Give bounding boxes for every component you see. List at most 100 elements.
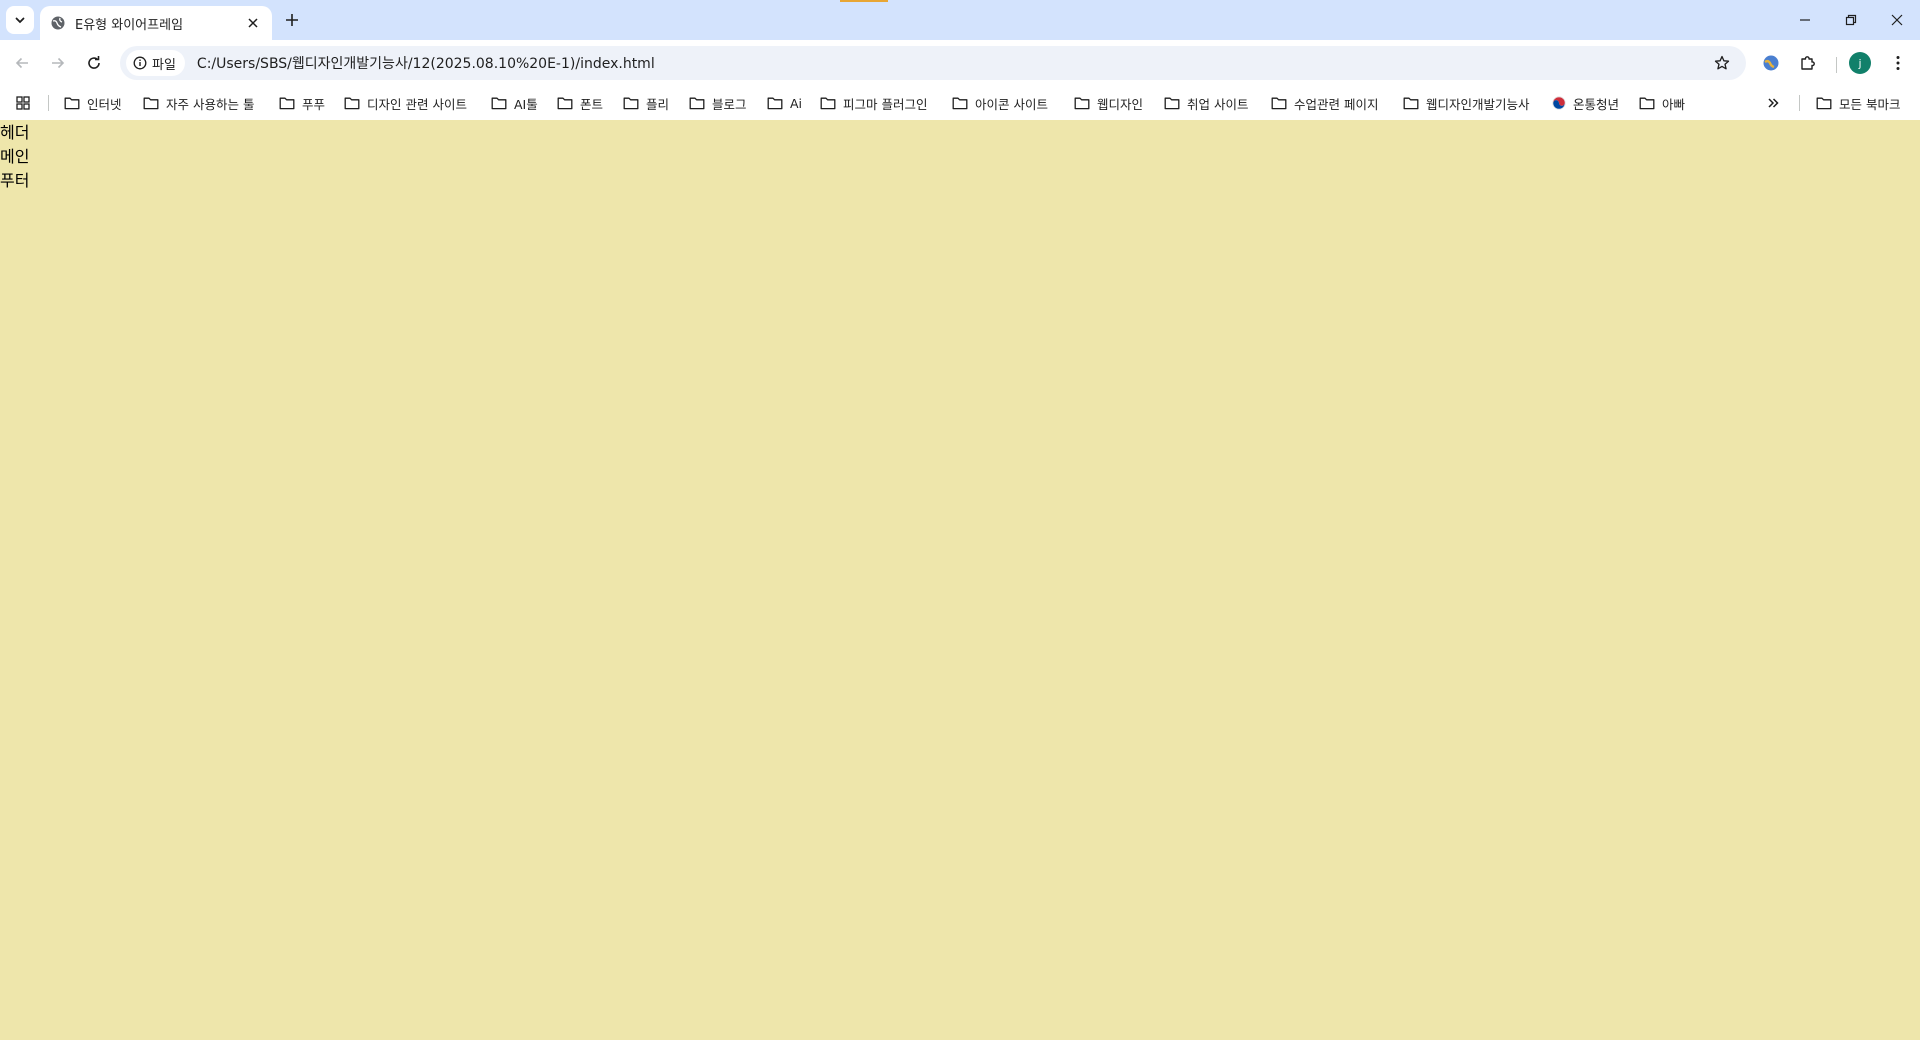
close-icon xyxy=(1891,14,1903,26)
bookmark-label: 플리 xyxy=(646,96,670,112)
bookmark-item[interactable]: 디자인 관련 사이트 xyxy=(344,92,467,114)
bookmark-item[interactable]: 플리 xyxy=(623,92,669,114)
bookmark-item[interactable]: 인터넷 xyxy=(64,92,122,114)
folder-icon xyxy=(820,96,836,110)
avatar: j xyxy=(1849,52,1871,74)
all-bookmarks-folder[interactable]: 모든 북마크 xyxy=(1816,92,1900,114)
bookmark-label: 온통청년 xyxy=(1573,96,1620,112)
extensions-button[interactable] xyxy=(1794,49,1822,77)
folder-icon xyxy=(1639,96,1655,110)
back-button[interactable] xyxy=(8,49,36,77)
bookmark-item[interactable]: 블로그 xyxy=(689,92,747,114)
double-chevron-right-icon xyxy=(1768,98,1779,108)
folder-icon xyxy=(1074,96,1090,110)
close-window-button[interactable] xyxy=(1874,0,1920,40)
kebab-menu-icon xyxy=(1896,56,1900,70)
arrow-left-icon xyxy=(15,57,28,69)
reload-button[interactable] xyxy=(80,49,108,77)
minimize-icon xyxy=(1800,19,1810,21)
more-bookmarks-button[interactable] xyxy=(1767,92,1779,114)
bookmarks-bar: 인터넷 자주 사용하는 툴 푸푸 디자인 관련 사이트 AI툴 폰트 플리 블로그 Ai 피그마 … xyxy=(0,86,1920,120)
folder-icon xyxy=(344,96,360,110)
folder-icon xyxy=(491,96,507,110)
folder-icon xyxy=(557,96,573,110)
bookmark-star-button[interactable] xyxy=(1710,51,1734,75)
bookmark-item[interactable]: 온통청년 xyxy=(1552,92,1619,114)
bookmark-label: 자주 사용하는 툴 xyxy=(166,96,255,112)
folder-icon xyxy=(767,96,783,110)
folder-icon xyxy=(1816,97,1832,110)
bookmark-item[interactable]: 폰트 xyxy=(557,92,603,114)
page-viewport: 헤더 메인 푸터 xyxy=(0,120,1920,1040)
tab-strip-accent xyxy=(840,0,888,2)
active-tab[interactable]: E유형 와이어프레임 xyxy=(40,6,272,40)
footer-text: 푸터 xyxy=(0,171,30,190)
bookmark-item[interactable]: 아이콘 사이트 xyxy=(952,92,1048,114)
bookmarks-separator xyxy=(48,95,49,111)
bookmark-label: 블로그 xyxy=(712,96,747,112)
site-chip-label: 파일 xyxy=(152,57,176,73)
bookmark-label: 웹디자인 xyxy=(1097,96,1144,112)
folder-icon xyxy=(143,96,159,110)
minimize-button[interactable] xyxy=(1782,0,1828,40)
bookmark-label: 인터넷 xyxy=(87,96,122,112)
info-icon xyxy=(133,56,147,70)
reload-icon xyxy=(88,56,100,69)
bookmark-label: 푸푸 xyxy=(302,96,326,112)
bookmark-label: 웹디자인개발기능사 xyxy=(1426,96,1530,112)
bookmark-label: 취업 사이트 xyxy=(1187,96,1249,112)
folder-icon xyxy=(689,96,705,110)
bookmark-item[interactable]: 웹디자인개발기능사 xyxy=(1403,92,1530,114)
chevron-down-icon xyxy=(15,17,25,24)
bookmark-label: 피그마 플러그인 xyxy=(843,96,928,112)
star-icon xyxy=(1714,55,1730,70)
bookmark-item[interactable]: 자주 사용하는 툴 xyxy=(143,92,254,114)
apps-grid-icon xyxy=(16,96,30,110)
folder-icon xyxy=(64,96,80,110)
tab-search-button[interactable] xyxy=(6,6,34,34)
url-text[interactable]: C:/Users/SBS/웹디자인개발기능사/12(2025.08.10%20E… xyxy=(197,53,655,73)
restore-button[interactable] xyxy=(1828,0,1874,40)
site-info-chip[interactable]: 파일 xyxy=(126,50,185,76)
folder-icon xyxy=(623,96,639,110)
restore-icon xyxy=(1845,14,1857,26)
extension-globe-button[interactable] xyxy=(1757,49,1785,77)
globe-icon xyxy=(50,15,66,31)
tab-strip: E유형 와이어프레임 xyxy=(0,0,1920,40)
bookmark-label: AI툴 xyxy=(514,96,538,112)
toolbar-divider xyxy=(1836,57,1837,73)
bookmarks-separator xyxy=(1799,95,1800,111)
new-tab-button[interactable] xyxy=(280,8,304,32)
bookmark-label: 디자인 관련 사이트 xyxy=(367,96,467,112)
bookmark-item[interactable]: Ai xyxy=(767,92,802,114)
apps-button[interactable] xyxy=(16,92,30,114)
browser-toolbar: 파일 C:/Users/SBS/웹디자인개발기능사/12(2025.08.10%… xyxy=(0,40,1920,86)
folder-icon xyxy=(1164,96,1180,110)
bookmark-item[interactable]: 웹디자인 xyxy=(1074,92,1143,114)
folder-icon xyxy=(1403,96,1419,110)
profile-button[interactable]: j xyxy=(1846,49,1874,77)
bookmark-label: 아빠 xyxy=(1662,96,1686,112)
bookmark-label: 수업관련 페이지 xyxy=(1294,96,1379,112)
extension-globe-icon xyxy=(1763,55,1779,71)
header-text: 헤더 xyxy=(0,123,30,142)
bookmark-item[interactable]: 아빠 xyxy=(1639,92,1685,114)
all-bookmarks-label: 모든 북마크 xyxy=(1839,96,1901,112)
bookmark-label: Ai xyxy=(790,95,803,111)
bookmark-item[interactable]: 푸푸 xyxy=(279,92,325,114)
folder-icon xyxy=(1271,96,1287,110)
bookmark-item[interactable]: 취업 사이트 xyxy=(1164,92,1248,114)
plus-icon xyxy=(286,14,298,26)
folder-icon xyxy=(279,96,295,110)
menu-button[interactable] xyxy=(1884,49,1912,77)
forward-button[interactable] xyxy=(44,49,72,77)
bookmark-label: 아이콘 사이트 xyxy=(975,96,1048,112)
bookmark-item[interactable]: 수업관련 페이지 xyxy=(1271,92,1378,114)
address-bar[interactable]: 파일 C:/Users/SBS/웹디자인개발기능사/12(2025.08.10%… xyxy=(120,46,1746,80)
bookmark-item[interactable]: 피그마 플러그인 xyxy=(820,92,927,114)
bookmark-item[interactable]: AI툴 xyxy=(491,92,538,114)
close-tab-icon[interactable] xyxy=(244,14,262,32)
arrow-right-icon xyxy=(52,57,65,69)
folder-icon xyxy=(952,96,968,110)
tab-title: E유형 와이어프레임 xyxy=(75,17,184,33)
